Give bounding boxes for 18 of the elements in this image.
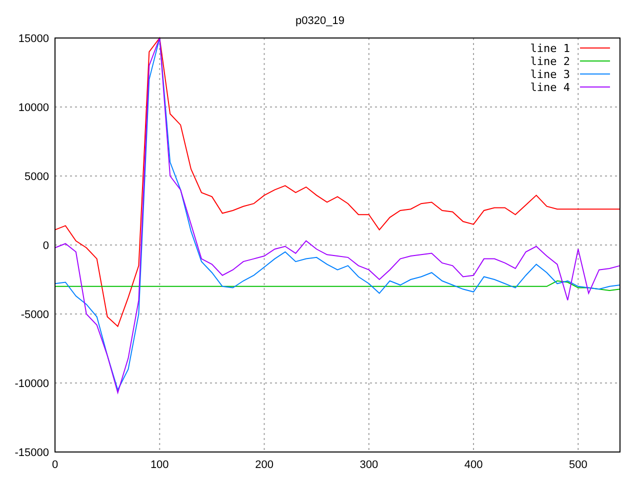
tick-label: 15000: [18, 33, 49, 45]
tick-label: 0: [52, 459, 58, 471]
tick-label: -10000: [14, 378, 49, 390]
tick-label: -15000: [14, 447, 49, 459]
tick-label: 0: [42, 240, 49, 252]
tick-label: 300: [360, 459, 378, 471]
tick-label: -5000: [20, 309, 49, 321]
tick-label: 200: [255, 459, 274, 471]
tick-label: 10000: [18, 102, 49, 114]
tick-label: 400: [464, 459, 483, 471]
legend-label: line 1: [530, 42, 570, 55]
chart-title: p0320_19: [296, 15, 344, 27]
legend-label: line 3: [530, 68, 570, 81]
tick-label: 500: [568, 459, 588, 471]
legend-label: line 4: [530, 81, 570, 94]
tick-label: 100: [150, 459, 169, 471]
tick-label: 5000: [24, 171, 49, 183]
legend-label: line 2: [530, 55, 570, 68]
